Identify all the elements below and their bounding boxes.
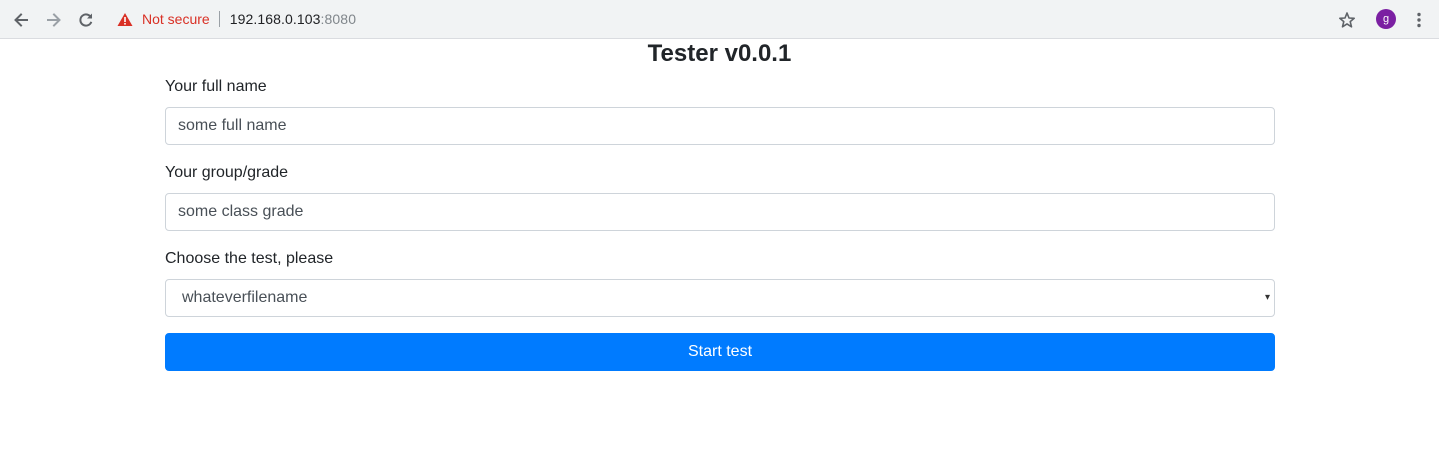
reload-icon xyxy=(79,13,93,27)
site-security-indicator[interactable]: Not secure 192.168.0.103:8080 xyxy=(117,9,356,29)
warning-triangle-icon xyxy=(117,12,133,26)
forward-button[interactable] xyxy=(41,7,67,33)
reload-button[interactable] xyxy=(73,7,99,33)
full-name-label: Your full name xyxy=(165,78,267,95)
forward-arrow-icon xyxy=(47,13,61,27)
kebab-menu-icon xyxy=(1417,12,1421,28)
back-arrow-icon xyxy=(14,13,28,27)
browser-toolbar: Not secure 192.168.0.103:8080 g xyxy=(0,0,1439,39)
test-select[interactable]: whateverfilename ▾ xyxy=(165,279,1275,317)
omnibox-separator xyxy=(218,11,220,27)
full-name-input[interactable] xyxy=(165,107,1275,145)
profile-avatar[interactable]: g xyxy=(1376,9,1396,29)
group-grade-input[interactable] xyxy=(165,193,1275,231)
test-select-label: Choose the test, please xyxy=(165,250,334,267)
star-icon xyxy=(1339,12,1355,28)
url-host: 192.168.0.103 xyxy=(229,11,321,27)
browser-menu-button[interactable] xyxy=(1406,7,1432,33)
page-title: Tester v0.0.1 xyxy=(647,40,792,67)
chevron-down-icon: ▾ xyxy=(1264,292,1270,303)
page-content: Tester v0.0.1 Your full name Your group/… xyxy=(0,40,1439,473)
bookmark-button[interactable] xyxy=(1334,7,1360,33)
url-port: :8080 xyxy=(320,11,357,27)
not-secure-label: Not secure xyxy=(142,11,210,27)
start-test-button[interactable]: Start test xyxy=(165,333,1275,371)
group-grade-label: Your group/grade xyxy=(165,164,289,181)
address-bar-url[interactable]: 192.168.0.103:8080 xyxy=(230,11,356,27)
test-select-value: whateverfilename xyxy=(182,289,308,306)
back-button[interactable] xyxy=(8,7,34,33)
